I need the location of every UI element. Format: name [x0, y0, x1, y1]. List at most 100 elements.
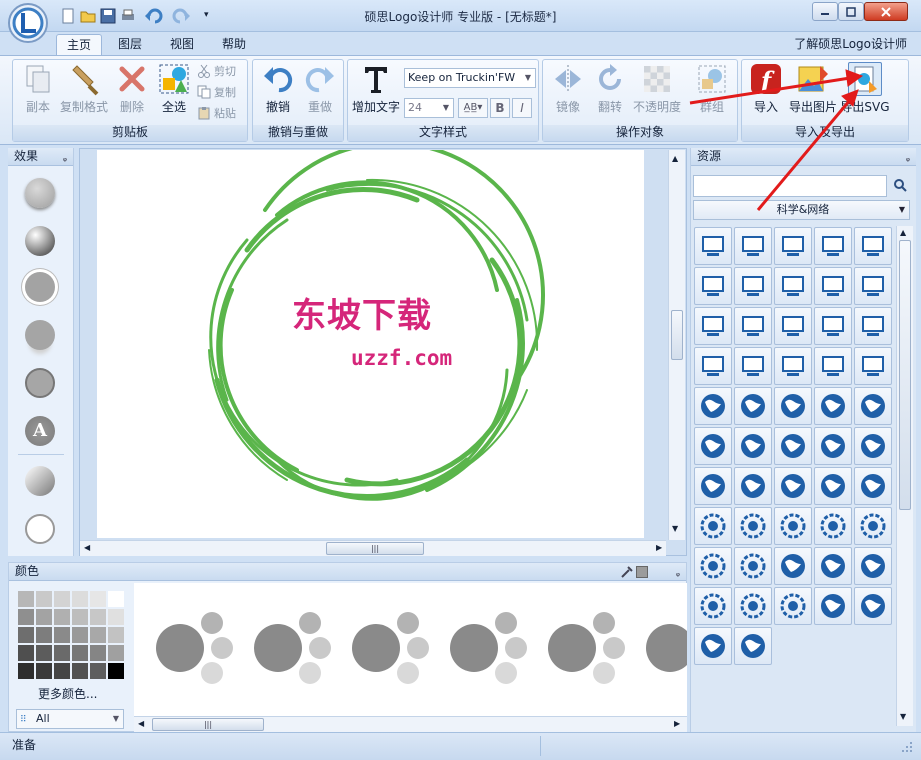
resource-item[interactable]: [734, 467, 772, 505]
effect-border-circle[interactable]: [25, 368, 55, 398]
resource-item[interactable]: [774, 587, 812, 625]
copy-button[interactable]: 复制: [197, 83, 236, 101]
palette-swatch[interactable]: [53, 608, 71, 626]
resource-item[interactable]: [774, 267, 812, 305]
palette-swatch[interactable]: [53, 644, 71, 662]
preset-horizontal-scrollbar[interactable]: ◀ ||| ▶: [134, 716, 687, 732]
close-button[interactable]: [864, 2, 908, 21]
scroll-up-icon[interactable]: ▲: [900, 228, 906, 237]
palette-swatch[interactable]: [107, 626, 125, 644]
import-button[interactable]: f 导入: [742, 60, 790, 120]
palette-swatch[interactable]: [89, 644, 107, 662]
effect-reflection-circle[interactable]: [25, 320, 55, 350]
resource-item[interactable]: [694, 227, 732, 265]
maximize-button[interactable]: [838, 2, 864, 21]
scroll-down-icon[interactable]: ▼: [900, 712, 906, 721]
vertical-scroll-thumb[interactable]: [899, 240, 911, 510]
color-scheme-preset[interactable]: [450, 612, 527, 684]
resource-item[interactable]: [854, 507, 892, 545]
flip-button[interactable]: 翻转: [586, 60, 634, 120]
cut-button[interactable]: 剪切: [197, 62, 236, 80]
resource-item[interactable]: [734, 547, 772, 585]
scroll-right-icon[interactable]: ▶: [656, 543, 662, 552]
palette-swatch[interactable]: [107, 590, 125, 608]
color-scheme-preset[interactable]: [156, 612, 233, 684]
palette-swatch[interactable]: [107, 662, 125, 680]
resource-item[interactable]: [694, 347, 732, 385]
pin-icon[interactable]: ᵩ: [676, 565, 680, 582]
canvas-horizontal-scrollbar[interactable]: ◀ ||| ▶: [80, 540, 666, 556]
current-color-swatch[interactable]: [636, 566, 648, 578]
resource-item[interactable]: [734, 267, 772, 305]
resource-search-input[interactable]: [693, 175, 887, 197]
text-spacing-button[interactable]: A̲B̲▾: [458, 98, 488, 118]
more-colors-link[interactable]: 更多颜色...: [38, 685, 97, 702]
resource-item[interactable]: [774, 427, 812, 465]
effect-bevel-circle[interactable]: [25, 226, 55, 256]
design-canvas[interactable]: 东坡下载 uzzf.com: [97, 150, 644, 538]
resource-item[interactable]: [814, 507, 852, 545]
resource-item[interactable]: [694, 627, 732, 665]
bold-button[interactable]: B: [490, 98, 510, 118]
resource-item[interactable]: [734, 347, 772, 385]
palette-swatch[interactable]: [53, 662, 71, 680]
export-image-button[interactable]: 导出图片: [787, 60, 839, 120]
about-link[interactable]: 了解硕思Logo设计师: [794, 35, 907, 52]
resource-item[interactable]: [774, 507, 812, 545]
resource-item[interactable]: [734, 227, 772, 265]
palette-swatch[interactable]: [89, 662, 107, 680]
horizontal-scroll-thumb[interactable]: |||: [326, 542, 424, 555]
palette-swatch[interactable]: [17, 590, 35, 608]
resource-item[interactable]: [774, 547, 812, 585]
palette-swatch[interactable]: [35, 590, 53, 608]
resource-item[interactable]: [854, 587, 892, 625]
resource-item[interactable]: [774, 307, 812, 345]
effect-outline-circle[interactable]: [25, 272, 55, 302]
resource-item[interactable]: [734, 507, 772, 545]
resource-category-select[interactable]: 科学&网络 ▼: [693, 200, 910, 220]
resource-item[interactable]: [854, 347, 892, 385]
eyedropper-icon[interactable]: [620, 565, 634, 579]
delete-button[interactable]: 删除: [108, 60, 156, 120]
font-family-select[interactable]: Keep on Truckin'FW ▼: [404, 68, 536, 88]
palette-swatch[interactable]: [89, 590, 107, 608]
resource-item[interactable]: [734, 587, 772, 625]
scroll-right-icon[interactable]: ▶: [674, 719, 680, 728]
resource-item[interactable]: [854, 307, 892, 345]
resource-item[interactable]: [814, 587, 852, 625]
resource-item[interactable]: [814, 227, 852, 265]
palette-swatch[interactable]: [89, 608, 107, 626]
resource-item[interactable]: [854, 467, 892, 505]
redo-button[interactable]: 重做: [296, 60, 344, 120]
resource-item[interactable]: [694, 427, 732, 465]
palette-swatch[interactable]: [17, 626, 35, 644]
canvas-vertical-scrollbar[interactable]: ▲ ▼: [668, 150, 685, 540]
palette-swatch[interactable]: [17, 608, 35, 626]
copy-page-button[interactable]: 副本: [14, 60, 62, 120]
resource-item[interactable]: [774, 467, 812, 505]
palette-swatch[interactable]: [35, 608, 53, 626]
resource-item[interactable]: [774, 227, 812, 265]
resource-item[interactable]: [694, 587, 732, 625]
undo-button[interactable]: 撤销: [254, 60, 302, 120]
resource-item[interactable]: [694, 387, 732, 425]
color-filter-select[interactable]: ⠿ All ▼: [16, 709, 124, 729]
tab-view[interactable]: 视图: [160, 34, 204, 56]
palette-swatch[interactable]: [89, 626, 107, 644]
resource-item[interactable]: [854, 267, 892, 305]
resource-item[interactable]: [814, 347, 852, 385]
tab-layers[interactable]: 图层: [108, 34, 152, 56]
resource-vertical-scrollbar[interactable]: ▲ ▼: [896, 226, 913, 726]
resource-item[interactable]: [814, 267, 852, 305]
resource-item[interactable]: [854, 227, 892, 265]
horizontal-scroll-thumb[interactable]: |||: [152, 718, 264, 731]
pin-icon[interactable]: ᵩ: [906, 150, 910, 167]
resource-item[interactable]: [814, 467, 852, 505]
scroll-left-icon[interactable]: ◀: [84, 543, 90, 552]
palette-swatch[interactable]: [71, 662, 89, 680]
palette-swatch[interactable]: [53, 626, 71, 644]
palette-swatch[interactable]: [107, 644, 125, 662]
add-text-button[interactable]: 增加文字: [350, 60, 402, 120]
resource-item[interactable]: [734, 307, 772, 345]
palette-swatch[interactable]: [53, 590, 71, 608]
